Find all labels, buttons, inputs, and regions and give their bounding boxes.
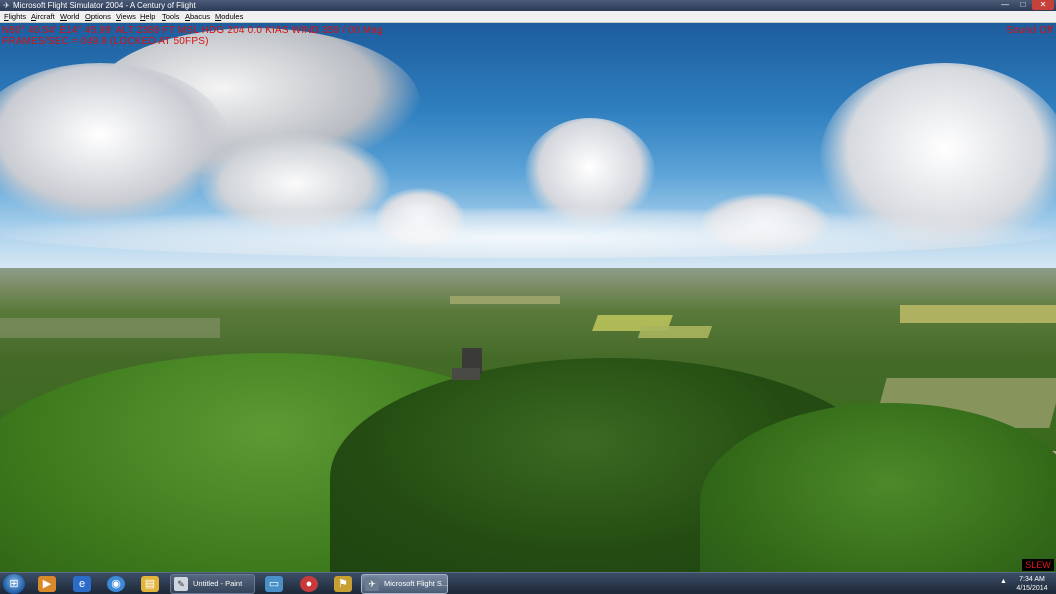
menu-flights[interactable]: Flights xyxy=(4,11,26,23)
clock-time: 7:34 AM xyxy=(1019,576,1045,583)
minimize-button[interactable]: — xyxy=(996,0,1014,10)
tray-expand-icon[interactable]: ▲ xyxy=(1000,578,1007,585)
flag-icon[interactable]: ⚑ xyxy=(334,576,352,592)
menu-help[interactable]: Help xyxy=(140,11,155,23)
menu-aircraft[interactable]: Aircraft xyxy=(31,11,55,23)
plane-icon: ✈ xyxy=(3,1,10,10)
monitor-icon[interactable]: ▭ xyxy=(265,576,283,592)
menu-world[interactable]: World xyxy=(60,11,79,23)
taskbar: ⊞ ▶ e ◉ ▤ ✎ Untitled - Paint ▭ ● ⚑ ✈ Mic… xyxy=(0,572,1056,594)
plane-icon: ✈ xyxy=(365,577,379,591)
castle-ruin xyxy=(452,368,480,380)
taskbar-item-paint[interactable]: ✎ Untitled - Paint xyxy=(170,574,255,594)
menu-tools[interactable]: Tools xyxy=(162,11,180,23)
task-label: Microsoft Flight S... xyxy=(384,579,449,588)
system-clock[interactable]: 7:34 AM 4/15/2014 xyxy=(1012,575,1052,593)
frame-rate-readout: FRAMES/SEC = 049.9 (LOCKED AT 50FPS) xyxy=(2,36,209,47)
slew-indicator: SLEW xyxy=(1022,559,1054,571)
file-explorer-icon[interactable]: ▤ xyxy=(141,576,159,592)
menu-abacus[interactable]: Abacus xyxy=(185,11,210,23)
clock-date: 4/15/2014 xyxy=(1016,585,1048,592)
windows-start-icon[interactable]: ⊞ xyxy=(3,574,25,594)
paint-icon: ✎ xyxy=(174,577,188,591)
position-readout: N50° 40.54' E14° 45.99' ALT 2389 FT MSL … xyxy=(2,25,383,36)
menu-bar: Flights Aircraft World Options Views Hel… xyxy=(0,11,1056,23)
windows-media-player-icon[interactable]: ▶ xyxy=(38,576,56,592)
menu-modules[interactable]: Modules xyxy=(215,11,243,23)
sound-status: Sound Off xyxy=(1006,25,1053,36)
menu-views[interactable]: Views xyxy=(116,11,136,23)
cloud xyxy=(0,208,1056,258)
menu-options[interactable]: Options xyxy=(85,11,111,23)
field xyxy=(637,326,713,338)
taskbar-item-flight-simulator[interactable]: ✈ Microsoft Flight S... xyxy=(361,574,448,594)
simulator-viewport[interactable] xyxy=(0,23,1056,572)
window-title-bar[interactable]: ✈ Microsoft Flight Simulator 2004 - A Ce… xyxy=(0,0,1056,11)
task-label: Untitled - Paint xyxy=(193,579,243,588)
field xyxy=(0,318,220,338)
window-title: Microsoft Flight Simulator 2004 - A Cent… xyxy=(13,1,196,10)
maximize-button[interactable]: □ xyxy=(1014,0,1032,10)
palette-icon[interactable]: ● xyxy=(300,576,318,592)
field xyxy=(900,305,1056,323)
field xyxy=(450,296,560,304)
globe-icon[interactable]: ◉ xyxy=(107,576,125,592)
internet-explorer-icon[interactable]: e xyxy=(73,576,91,592)
close-button[interactable]: ✕ xyxy=(1032,0,1054,10)
